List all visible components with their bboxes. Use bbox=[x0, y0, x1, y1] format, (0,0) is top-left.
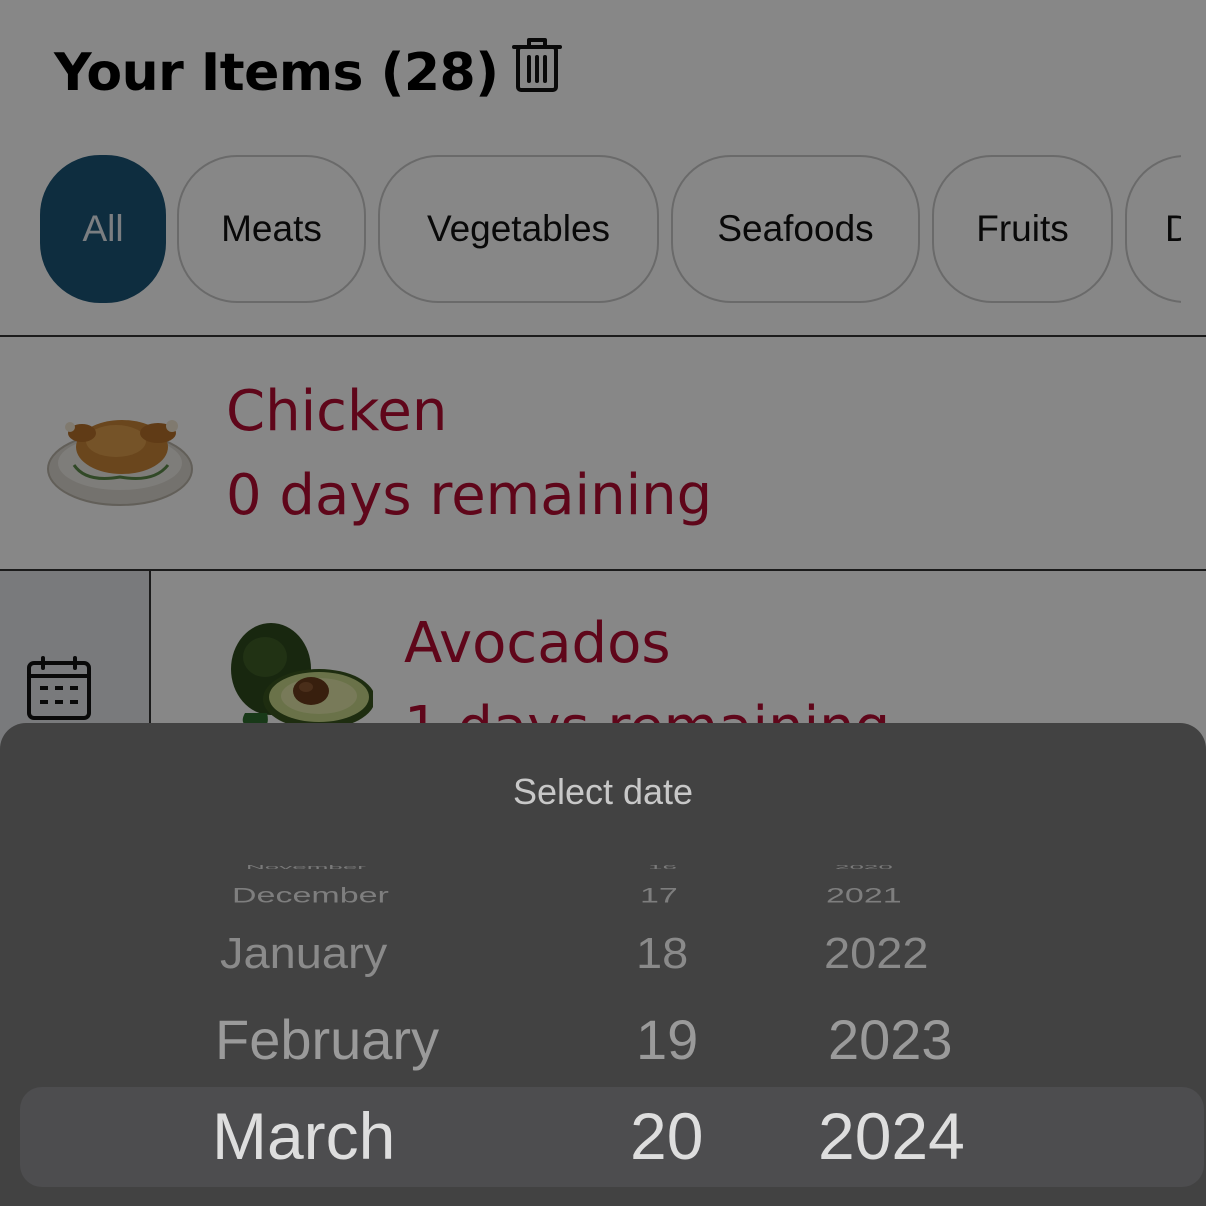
picker-option[interactable]: 2023 bbox=[828, 1012, 953, 1068]
picker-option[interactable]: 18 bbox=[636, 931, 688, 974]
picker-selection-highlight bbox=[20, 1087, 1204, 1187]
sheet-title: Select date bbox=[512, 771, 694, 812]
picker-selected-year[interactable]: 2024 bbox=[818, 1103, 965, 1169]
picker-option[interactable]: January bbox=[220, 931, 387, 974]
picker-option[interactable]: 19 bbox=[636, 1012, 698, 1068]
picker-selected-day[interactable]: 20 bbox=[630, 1103, 703, 1169]
picker-option[interactable]: 2020 bbox=[835, 864, 893, 870]
picker-option[interactable]: February bbox=[215, 1012, 439, 1068]
picker-option[interactable]: 16 bbox=[648, 864, 677, 870]
date-picker-sheet: Select date November December January Fe… bbox=[0, 723, 1206, 1206]
items-screen: Your Items (28) All Meats Vegetables Sea… bbox=[0, 0, 1206, 1206]
picker-option[interactable]: November bbox=[246, 864, 366, 870]
picker-selected-month[interactable]: March bbox=[212, 1103, 395, 1169]
picker-option[interactable]: December bbox=[232, 885, 389, 906]
picker-option[interactable]: 17 bbox=[640, 885, 678, 906]
picker-option[interactable]: 2021 bbox=[826, 885, 902, 906]
picker-option[interactable]: 2022 bbox=[824, 931, 929, 974]
